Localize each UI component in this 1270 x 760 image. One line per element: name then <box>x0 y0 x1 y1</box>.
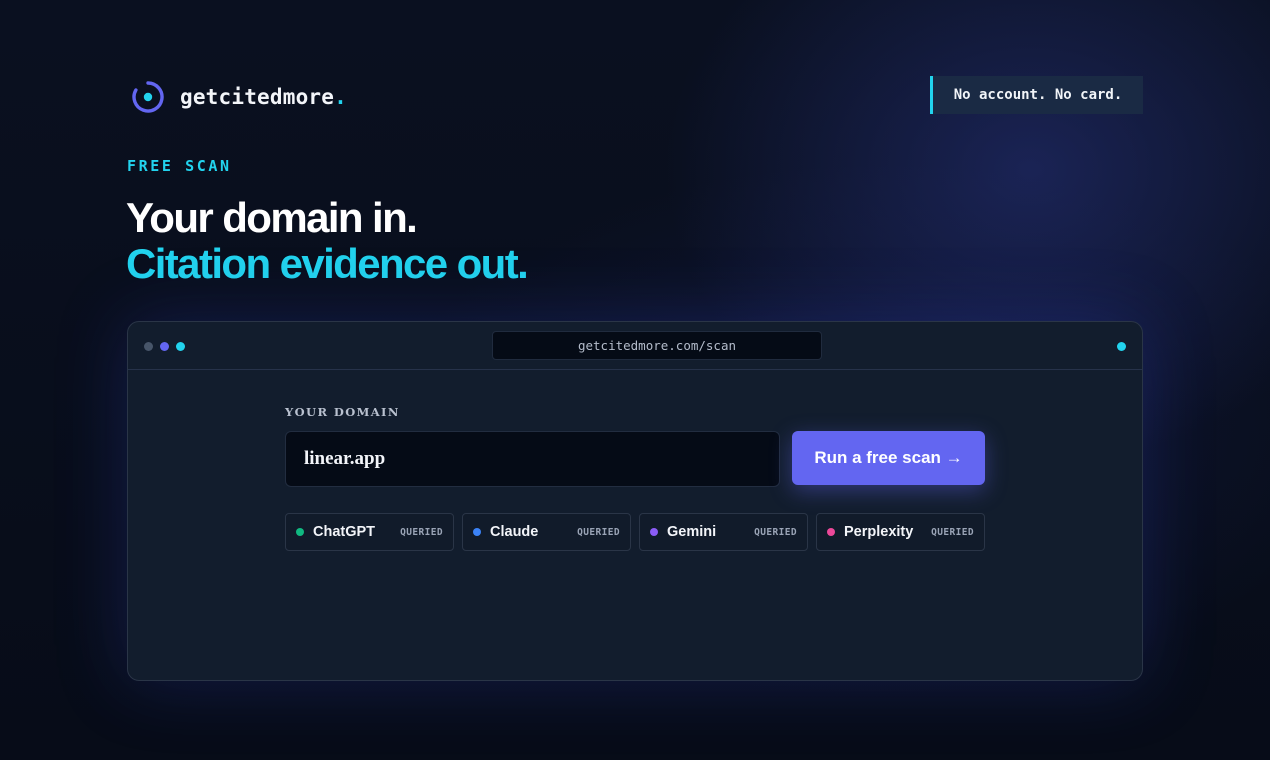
engine-name: Claude <box>490 524 539 540</box>
brand-logo[interactable]: getcitedmore. <box>131 80 347 114</box>
run-scan-button[interactable]: Run a free scan → <box>792 431 985 485</box>
window-dot-gray[interactable] <box>144 342 153 351</box>
headline-line-1: Your domain in. <box>126 194 418 241</box>
engine-chip-claude: Claude QUERIED <box>462 513 631 551</box>
engine-chip-chatgpt: ChatGPT QUERIED <box>285 513 454 551</box>
window-titlebar: getcitedmore.com/scan <box>128 322 1142 370</box>
engine-status-dot <box>296 528 304 536</box>
engine-chip-gemini: Gemini QUERIED <box>639 513 808 551</box>
target-ring-icon <box>132 81 164 113</box>
engine-status-dot <box>827 528 835 536</box>
engine-status: QUERIED <box>931 526 974 538</box>
page-headline: Your domain in. Citation evidence out. <box>126 194 529 287</box>
domain-field-label: YOUR DOMAIN <box>285 405 400 419</box>
url-bar[interactable]: getcitedmore.com/scan <box>492 331 822 360</box>
engine-status-dot <box>473 528 481 536</box>
section-eyebrow: FREE SCAN <box>127 157 232 175</box>
brand-wordmark: getcitedmore <box>180 85 335 109</box>
engine-chip-perplexity: Perplexity QUERIED <box>816 513 985 551</box>
engine-name: ChatGPT <box>313 524 376 540</box>
window-dot-purple[interactable] <box>160 342 169 351</box>
no-account-badge: No account. No card. <box>930 76 1143 114</box>
headline-line-2: Citation evidence out. <box>126 240 529 287</box>
engine-status: QUERIED <box>577 526 620 538</box>
engine-status: QUERIED <box>754 526 797 538</box>
window-controls <box>144 342 192 351</box>
brand-name: getcitedmore. <box>180 85 347 109</box>
connection-status-dot <box>1117 342 1126 351</box>
engine-status-dot <box>650 528 658 536</box>
engine-status: QUERIED <box>400 526 443 538</box>
browser-window: getcitedmore.com/scan YOUR DOMAIN Run a … <box>127 321 1143 681</box>
domain-input[interactable] <box>285 431 780 487</box>
engine-name: Gemini <box>667 524 717 540</box>
brand-dot: . <box>334 85 347 109</box>
engine-name: Perplexity <box>844 524 914 540</box>
window-dot-cyan[interactable] <box>176 342 185 351</box>
